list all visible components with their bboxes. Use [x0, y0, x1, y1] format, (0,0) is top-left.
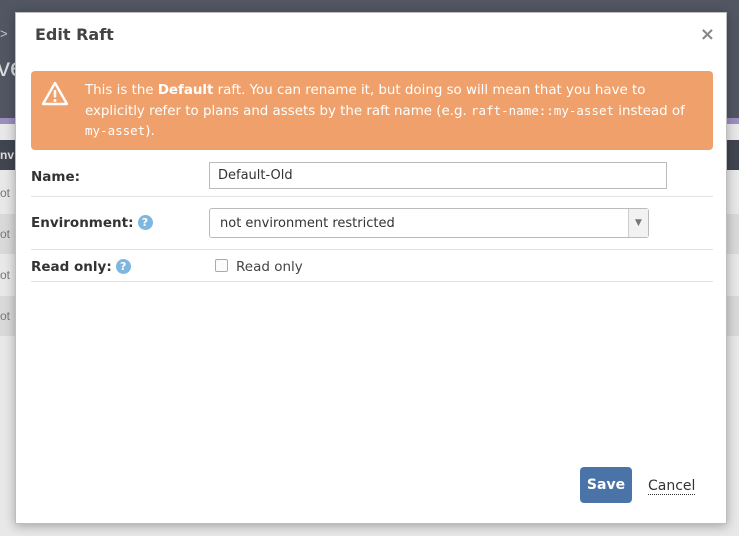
help-icon[interactable]: ?	[137, 215, 153, 230]
environment-select[interactable]: not environment restricted ▼	[209, 208, 649, 238]
alert-bold-default: Default	[157, 83, 214, 98]
read-only-label: Read only:?	[31, 259, 131, 275]
read-only-checkbox-label[interactable]: Read only	[236, 259, 303, 275]
environment-row: Environment:? not environment restricted…	[31, 208, 713, 250]
background-cell: ot	[0, 227, 11, 241]
background-breadcrumb: >	[0, 26, 8, 41]
cancel-link[interactable]: Cancel	[648, 478, 696, 495]
alert-code-example: raft-name::my-asset	[471, 102, 615, 118]
name-row: Name:	[31, 162, 713, 197]
read-only-row: Read only:? Read only	[31, 258, 713, 282]
name-input[interactable]	[209, 162, 667, 189]
close-icon[interactable]: ×	[700, 26, 715, 44]
dialog-title: Edit Raft	[35, 25, 114, 44]
warning-triangle-icon	[41, 81, 69, 106]
background-cell: ot	[0, 186, 11, 200]
edit-raft-dialog: Edit Raft × This is the Default raft. Yo…	[15, 12, 727, 524]
help-icon[interactable]: ?	[115, 259, 131, 274]
chevron-down-icon: ▼	[628, 209, 648, 237]
background-column-header: nv	[0, 148, 15, 162]
name-label: Name:	[31, 169, 81, 185]
alert-message: This is the Default raft. You can rename…	[85, 83, 685, 139]
environment-selected-value: not environment restricted	[220, 216, 395, 231]
background-cell: ot	[0, 268, 11, 282]
environment-label: Environment:?	[31, 215, 153, 231]
background-cell: ot	[0, 309, 11, 323]
save-button[interactable]: Save	[580, 467, 632, 503]
alert-code-example: my-asset	[85, 123, 146, 138]
read-only-checkbox[interactable]	[215, 259, 228, 272]
warning-alert: This is the Default raft. You can rename…	[31, 71, 713, 150]
